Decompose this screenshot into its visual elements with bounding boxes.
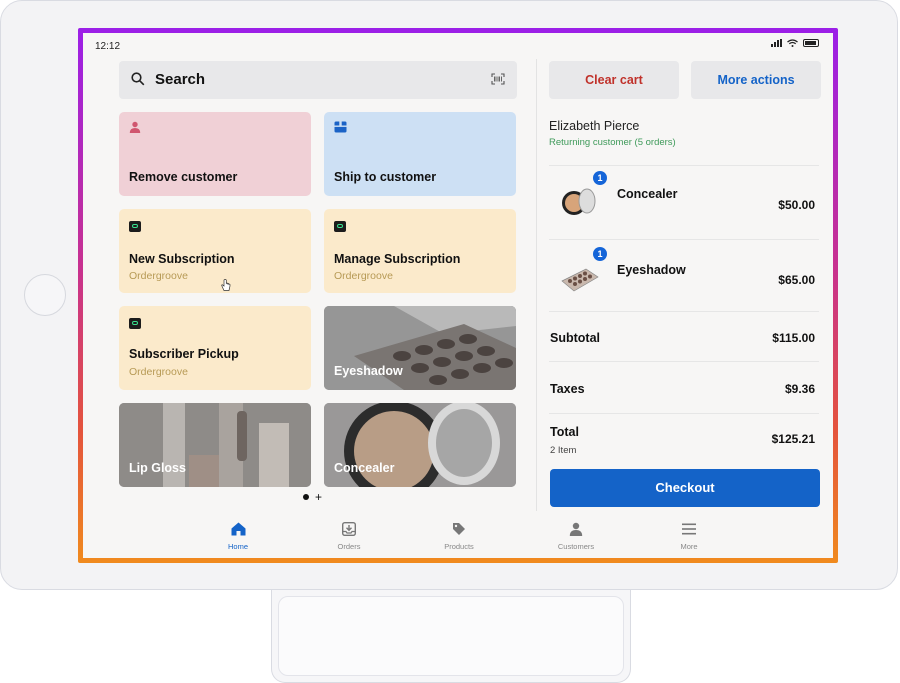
- tile-label: New Subscription: [129, 252, 235, 266]
- nav-products[interactable]: Products: [424, 519, 494, 551]
- tile-ship-to-customer[interactable]: Ship to customer: [324, 112, 516, 196]
- subtotal-label: Subtotal: [550, 331, 600, 345]
- nav-orders[interactable]: Orders: [314, 519, 384, 551]
- page-dot-active[interactable]: [303, 494, 309, 500]
- barcode-scan-icon[interactable]: [491, 73, 505, 85]
- tile-lip-gloss[interactable]: Lip Gloss: [119, 403, 311, 487]
- divider: [549, 165, 819, 166]
- wifi-icon: [787, 39, 798, 47]
- cart-item-price: $65.00: [778, 273, 815, 287]
- taxes-label: Taxes: [550, 382, 585, 396]
- total-value: $125.21: [771, 432, 815, 446]
- person-icon: [129, 121, 141, 133]
- clear-cart-button[interactable]: Clear cart: [549, 61, 679, 99]
- hardware-home-button: [24, 274, 66, 316]
- tile-label: Subscriber Pickup: [129, 347, 239, 361]
- tile-concealer[interactable]: Concealer: [324, 403, 516, 487]
- nav-customers[interactable]: Customers: [541, 519, 611, 551]
- quantity-badge: 1: [593, 247, 607, 261]
- cart-item-price: $50.00: [778, 198, 815, 212]
- customer-status: Returning customer (5 orders): [549, 137, 676, 148]
- subtotal-value: $115.00: [772, 331, 815, 345]
- pane-divider: [536, 59, 537, 511]
- tile-subscriber-pickup[interactable]: Subscriber Pickup Ordergroove: [119, 306, 311, 390]
- search-label: Search: [155, 71, 206, 88]
- total-label: Total: [550, 425, 579, 439]
- tile-eyeshadow[interactable]: Eyeshadow: [324, 306, 516, 390]
- search-bar[interactable]: Search: [119, 61, 517, 99]
- divider: [549, 361, 819, 362]
- pos-screen: 12:12 Search Remove customer Ship to cus…: [83, 33, 833, 558]
- nav-home[interactable]: Home: [203, 519, 273, 551]
- tablet-stand-base: [278, 596, 624, 676]
- tile-label: Lip Gloss: [129, 461, 186, 475]
- tile-label: Remove customer: [129, 170, 238, 184]
- person-icon: [569, 522, 583, 536]
- taxes-value: $9.36: [784, 382, 815, 396]
- customer-name[interactable]: Elizabeth Pierce: [549, 119, 639, 133]
- more-actions-button[interactable]: More actions: [691, 61, 821, 99]
- concealer-thumbnail: [562, 188, 596, 215]
- signal-icon: [771, 39, 782, 47]
- tile-label: Manage Subscription: [334, 252, 461, 266]
- bottom-navigation: Home Orders Products Customers More: [83, 519, 833, 558]
- add-page-button[interactable]: +: [315, 491, 322, 503]
- ordergroove-logo-icon: [129, 221, 141, 232]
- page-indicator: +: [303, 491, 322, 503]
- nav-label: Orders: [337, 542, 361, 551]
- cart-item-name: Eyeshadow: [617, 263, 686, 277]
- nav-label: Home: [227, 542, 248, 551]
- divider: [549, 239, 819, 240]
- status-time: 12:12: [95, 41, 121, 52]
- quantity-badge: 1: [593, 171, 607, 185]
- hand-cursor-icon: [221, 279, 231, 291]
- divider: [549, 311, 819, 312]
- ship-box-icon: [334, 121, 347, 133]
- tile-label: Concealer: [334, 461, 395, 475]
- tile-sublabel: Ordergroove: [334, 270, 393, 282]
- eyeshadow-thumbnail: [561, 268, 599, 292]
- item-count: 2 Item: [550, 445, 577, 456]
- nav-label: Products: [444, 542, 474, 551]
- tile-label: Ship to customer: [334, 170, 437, 184]
- tile-sublabel: Ordergroove: [129, 366, 188, 378]
- nav-more[interactable]: More: [654, 519, 724, 551]
- tile-manage-subscription[interactable]: Manage Subscription Ordergroove: [324, 209, 516, 293]
- tile-new-subscription[interactable]: New Subscription Ordergroove: [119, 209, 311, 293]
- battery-icon: [803, 39, 819, 47]
- ordergroove-logo-icon: [334, 221, 346, 232]
- cart-item-name: Concealer: [617, 187, 678, 201]
- home-icon: [231, 522, 245, 536]
- tag-icon: [453, 523, 465, 535]
- nav-label: More: [680, 542, 698, 551]
- orders-inbox-icon: [342, 522, 356, 536]
- screen-frame: 12:12 Search Remove customer Ship to cus…: [78, 28, 838, 563]
- tile-sublabel: Ordergroove: [129, 270, 188, 282]
- nav-label: Customers: [557, 542, 595, 551]
- search-icon: [131, 72, 145, 86]
- menu-icon: [682, 523, 696, 535]
- tile-remove-customer[interactable]: Remove customer: [119, 112, 311, 196]
- status-icons: [771, 39, 819, 47]
- checkout-button[interactable]: Checkout: [550, 469, 820, 507]
- divider: [549, 413, 819, 414]
- tile-label: Eyeshadow: [334, 364, 403, 378]
- ordergroove-logo-icon: [129, 318, 141, 329]
